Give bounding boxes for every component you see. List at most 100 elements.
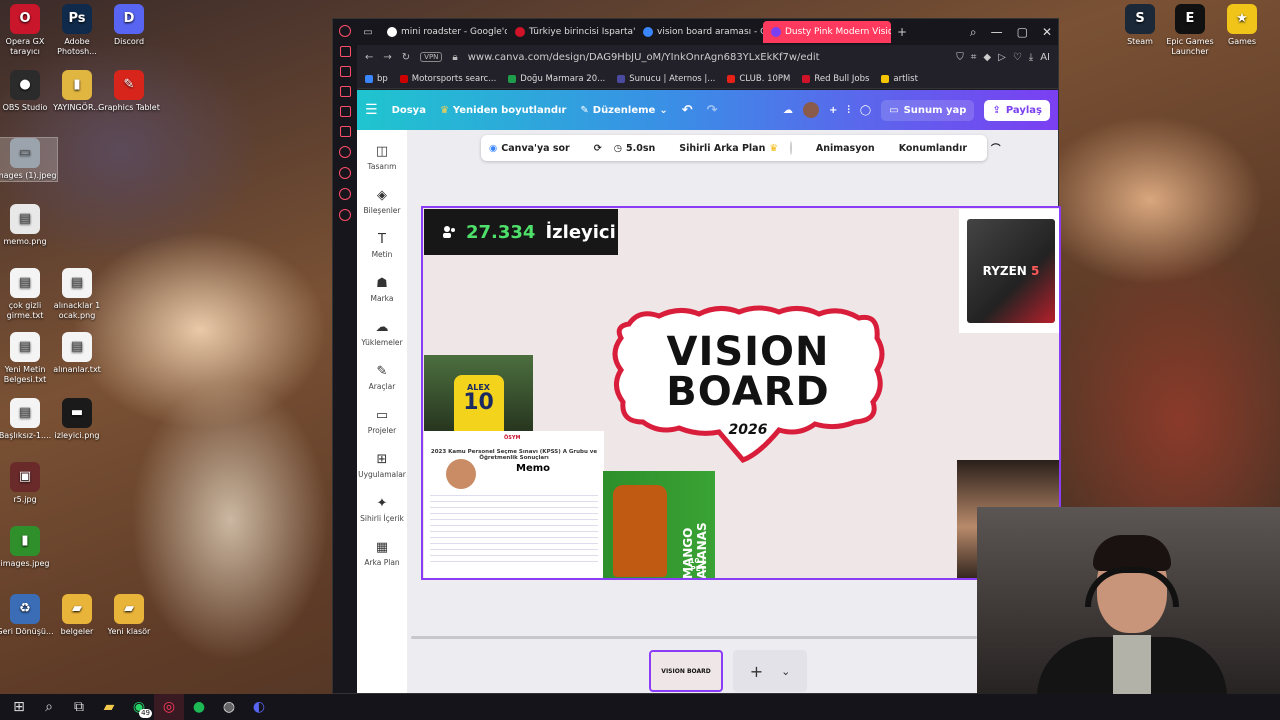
- share-button[interactable]: ⇪ Paylaş: [984, 99, 1050, 121]
- horizontal-scrollbar[interactable]: [411, 636, 977, 639]
- bookmark-item[interactable]: bp: [365, 74, 388, 84]
- player-icon[interactable]: [339, 146, 351, 158]
- rail-item[interactable]: ✦ Sihirli İçerik: [360, 496, 404, 523]
- rail-item[interactable]: ☗ Marka: [371, 276, 394, 303]
- redo-icon[interactable]: ↷: [707, 103, 718, 118]
- reload-icon[interactable]: ↻: [402, 52, 410, 63]
- format-painter-icon[interactable]: ⌒: [991, 141, 1001, 155]
- ask-canva-button[interactable]: ◉ Canva'ya sor: [489, 143, 570, 154]
- desktop-icon[interactable]: ▣ r5.jpg: [0, 462, 57, 505]
- animate-button[interactable]: Animasyon: [816, 143, 875, 154]
- menu-icon[interactable]: ☰: [365, 102, 378, 118]
- opera-logo-icon[interactable]: [339, 25, 351, 37]
- bookmark-item[interactable]: Motorsports searc...: [399, 74, 496, 84]
- task-view-icon[interactable]: ⧉: [64, 694, 94, 720]
- bookmark-item[interactable]: Doğu Marmara 20...: [508, 74, 605, 84]
- cloud-save-icon[interactable]: ☁: [783, 105, 793, 116]
- maximize-icon[interactable]: ▢: [1017, 25, 1028, 40]
- gx-corner-icon[interactable]: [339, 66, 351, 77]
- tab-google[interactable]: mini roadster - Google'da: [379, 21, 507, 43]
- opera-gx-taskbar-icon[interactable]: ◎: [154, 694, 184, 720]
- desktop-icon[interactable]: D Discord: [97, 4, 161, 47]
- heart-icon[interactable]: ♡: [1013, 52, 1022, 63]
- messenger-icon[interactable]: [339, 106, 351, 117]
- bookmark-item[interactable]: Sunucu | Aternos |...: [617, 74, 715, 84]
- page-thumbnail-1[interactable]: VISION BOARD: [649, 650, 723, 692]
- desktop-icon[interactable]: ▬ izleyici.png: [45, 398, 109, 441]
- mango-juice-image[interactable]: MANGO ANANAS 10 L PET: [603, 471, 715, 578]
- file-menu[interactable]: Dosya: [392, 105, 426, 116]
- rail-item[interactable]: ◫ Tasarım: [368, 144, 397, 171]
- add-collaborator-icon[interactable]: +: [829, 105, 837, 116]
- desktop-icon[interactable]: ▭ images (1).jpeg: [0, 137, 58, 182]
- duration-button[interactable]: ◷ 5.0sn: [614, 143, 656, 154]
- vision-board-title[interactable]: VISION BOARD 2026: [609, 304, 887, 464]
- tab-isparta[interactable]: Türkiye birincisi Isparta'da: [507, 21, 635, 43]
- magic-background-button[interactable]: Sihirli Arka Plan ♛: [679, 143, 778, 154]
- search-tabs-icon[interactable]: ⌕: [970, 25, 977, 40]
- settings-icon[interactable]: [339, 209, 351, 221]
- back-icon[interactable]: ←: [365, 52, 373, 63]
- ryzen-image[interactable]: RYZEN 5: [959, 209, 1059, 333]
- gx-news-icon[interactable]: [339, 86, 351, 97]
- bookmark-item[interactable]: artlist: [881, 74, 918, 84]
- whatsapp-icon[interactable]: ◉ 49: [124, 694, 154, 720]
- design-page[interactable]: 27.334 İzleyici RYZEN 5 ALEX 10 ÖSYM 202…: [421, 206, 1061, 580]
- forward-icon[interactable]: →: [383, 52, 391, 63]
- rail-item[interactable]: ☁ Yüklemeler: [361, 320, 402, 347]
- history-icon[interactable]: [339, 167, 351, 179]
- search-icon[interactable]: ⌕: [34, 694, 64, 720]
- ai-label[interactable]: AI: [1040, 52, 1050, 63]
- desktop-icon[interactable]: ★ Games: [1210, 4, 1274, 47]
- new-tab-button[interactable]: +: [891, 25, 913, 39]
- tab-menu-icon[interactable]: ▭: [357, 27, 379, 38]
- obs-taskbar-icon[interactable]: ◍: [214, 694, 244, 720]
- tab-canva-search[interactable]: vision board araması - Ca: [635, 21, 763, 43]
- file-explorer-icon[interactable]: ▰: [94, 694, 124, 720]
- play-icon[interactable]: ▷: [998, 52, 1006, 63]
- spotify-icon[interactable]: ●: [184, 694, 214, 720]
- rail-item[interactable]: ◈ Bileşenler: [364, 188, 401, 215]
- rail-item[interactable]: T Metin: [372, 232, 393, 259]
- viewer-count-image[interactable]: 27.334 İzleyici: [424, 209, 618, 255]
- desktop-icon[interactable]: ▤ memo.png: [0, 204, 57, 247]
- rail-item[interactable]: ✎ Araçlar: [369, 364, 396, 391]
- rail-item[interactable]: ▦ Arka Plan: [364, 540, 399, 567]
- present-button[interactable]: ▭ Sunum yap: [881, 99, 975, 121]
- rail-item[interactable]: ▭ Projeler: [368, 408, 396, 435]
- minimize-icon[interactable]: —: [991, 25, 1003, 40]
- edit-dropdown[interactable]: ✎ Düzenleme ⌄: [580, 105, 667, 116]
- resize-button[interactable]: ♛ Yeniden boyutlandır: [440, 105, 566, 116]
- extensions-icon[interactable]: [339, 188, 351, 200]
- snapshot-icon[interactable]: ⌗: [971, 52, 977, 63]
- desktop-icon[interactable]: ▤ alınacklar 1 ocak.png: [45, 268, 109, 321]
- chevron-down-icon[interactable]: ⌄: [781, 665, 790, 678]
- replace-icon[interactable]: ⟳: [594, 143, 602, 154]
- desktop-icon[interactable]: ✎ Graphics Tablet: [97, 70, 161, 113]
- avatar[interactable]: [803, 102, 820, 118]
- desktop-icon[interactable]: ▮ images.jpeg: [0, 526, 57, 569]
- kpss-result-image[interactable]: ÖSYM 2023 Kamu Personel Seçme Sınavı (KP…: [424, 431, 604, 578]
- desktop-icon[interactable]: ▤ alınanlar.txt: [45, 332, 109, 375]
- bookmark-icon[interactable]: ⛉: [956, 52, 964, 63]
- close-window-icon[interactable]: ✕: [1042, 25, 1052, 40]
- url-field[interactable]: www.canva.com/design/DAG9HbJU_oM/YInkOnr…: [468, 52, 820, 63]
- undo-icon[interactable]: ↶: [682, 103, 693, 118]
- discord-taskbar-icon[interactable]: ◐: [244, 694, 274, 720]
- insights-icon[interactable]: ⫶: [847, 105, 850, 116]
- position-button[interactable]: Konumlandır: [899, 143, 967, 154]
- shield-icon[interactable]: ◆: [983, 52, 991, 63]
- bookmark-item[interactable]: Red Bull Jobs: [802, 74, 869, 84]
- download-icon[interactable]: ⤓: [1029, 52, 1033, 63]
- background-color-swatch[interactable]: [789, 141, 792, 155]
- desktop-icon[interactable]: ▰ Yeni klasör: [97, 594, 161, 637]
- gx-control-icon[interactable]: [339, 46, 351, 57]
- comment-icon[interactable]: ◯: [860, 105, 871, 116]
- add-page-button[interactable]: + ⌄: [733, 650, 807, 692]
- rail-item[interactable]: ⊞ Uygulamalar: [358, 452, 406, 479]
- tab-vision-board[interactable]: Dusty Pink Modern Vision✕: [763, 21, 891, 43]
- twitch-icon[interactable]: [339, 126, 351, 137]
- football-player-image[interactable]: ALEX 10: [424, 355, 533, 431]
- vpn-badge[interactable]: VPN: [420, 52, 443, 62]
- bookmark-item[interactable]: CLUB. 10PM: [727, 74, 790, 84]
